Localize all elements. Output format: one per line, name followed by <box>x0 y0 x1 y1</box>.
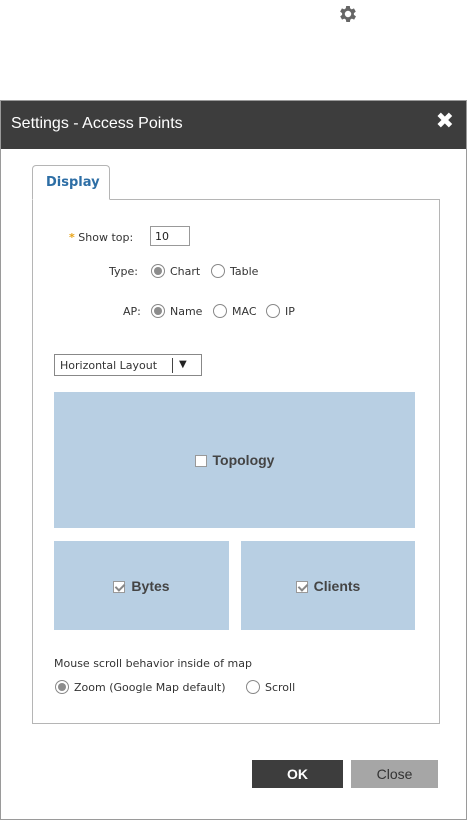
ap-ip-label[interactable]: IP <box>285 305 295 318</box>
ap-ip-radio[interactable] <box>266 304 280 318</box>
clients-label: Clients <box>313 577 361 594</box>
settings-dialog: Settings - Access Points ✖ Display * Sho… <box>0 100 467 820</box>
show-top-label: * Show top: <box>69 231 133 244</box>
display-panel: * Show top: 10 Type: Chart Table AP: Nam… <box>32 199 440 724</box>
bytes-option[interactable]: Bytes <box>54 578 229 594</box>
ap-name-label[interactable]: Name <box>170 305 202 318</box>
bytes-label: Bytes <box>131 577 170 594</box>
clients-option[interactable]: Clients <box>241 578 415 594</box>
clients-checkbox[interactable] <box>295 580 308 593</box>
scroll-scroll-label[interactable]: Scroll <box>265 681 295 694</box>
scroll-zoom-radio[interactable] <box>55 680 69 694</box>
type-label: Type: <box>109 265 138 278</box>
scroll-scroll-radio[interactable] <box>246 680 260 694</box>
layout-select[interactable]: Horizontal Layout ▼ <box>54 354 202 376</box>
topology-zone[interactable]: Topology <box>54 392 415 528</box>
type-chart-radio[interactable] <box>151 264 165 278</box>
close-icon[interactable]: ✖ <box>436 111 454 133</box>
close-button[interactable]: Close <box>351 760 438 788</box>
bytes-checkbox[interactable] <box>113 580 126 593</box>
clients-zone[interactable]: Clients <box>241 541 415 630</box>
type-table-label[interactable]: Table <box>230 265 258 278</box>
topology-checkbox[interactable] <box>194 455 207 467</box>
gear-icon[interactable] <box>337 3 359 25</box>
layout-select-value: Horizontal Layout <box>60 359 158 372</box>
dialog-titlebar: Settings - Access Points ✖ <box>1 101 466 149</box>
scroll-zoom-label[interactable]: Zoom (Google Map default) <box>74 681 226 694</box>
scroll-behavior-label: Mouse scroll behavior inside of map <box>54 657 252 670</box>
dialog-title: Settings - Access Points <box>11 115 183 132</box>
show-top-input[interactable]: 10 <box>150 226 190 246</box>
text-cursor <box>172 358 173 373</box>
type-chart-label[interactable]: Chart <box>170 265 200 278</box>
ap-name-radio[interactable] <box>151 304 165 318</box>
topology-label: Topology <box>212 452 275 468</box>
ap-mac-label[interactable]: MAC <box>232 305 257 318</box>
type-table-radio[interactable] <box>211 264 225 278</box>
ap-label: AP: <box>123 305 141 318</box>
dropdown-arrow-icon: ▼ <box>179 359 187 370</box>
tab-display[interactable]: Display <box>32 165 110 200</box>
bytes-zone[interactable]: Bytes <box>54 541 229 630</box>
show-top-text: Show top: <box>78 231 134 244</box>
tab-display-label: Display <box>46 175 100 190</box>
required-mark: * <box>69 231 75 244</box>
ap-mac-radio[interactable] <box>213 304 227 318</box>
topology-option[interactable]: Topology <box>54 452 415 468</box>
ok-button[interactable]: OK <box>252 760 343 788</box>
